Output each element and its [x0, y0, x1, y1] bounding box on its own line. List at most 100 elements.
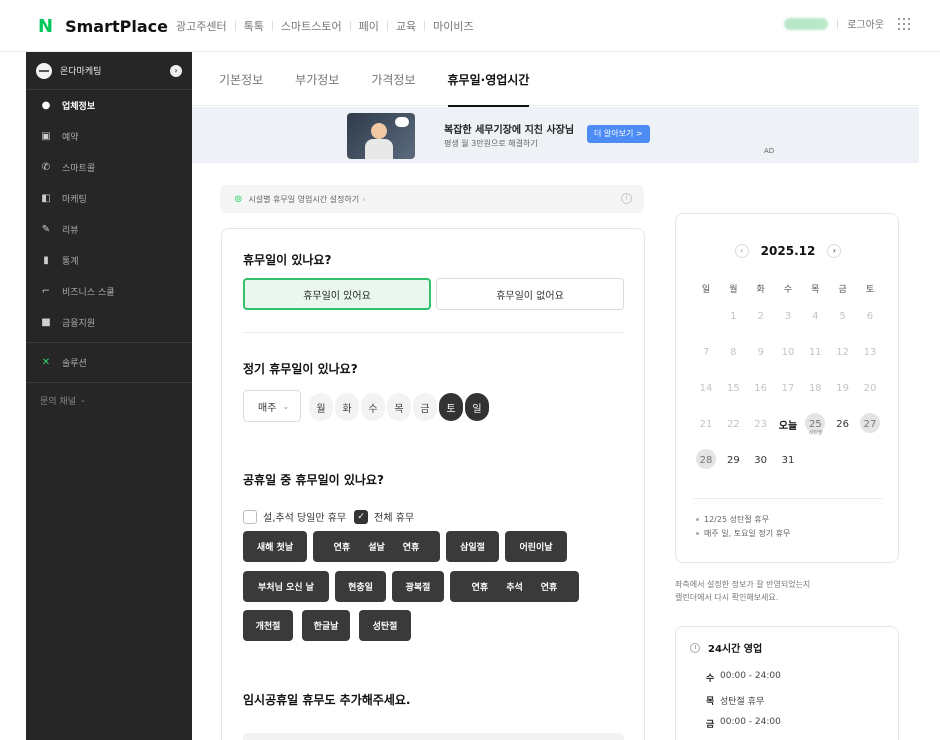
sidebar-contact-channel[interactable]: 문의 채널 ⌄: [26, 387, 192, 413]
sidebar-item-stats[interactable]: ▮ 통계: [26, 245, 192, 276]
day-toggle-wed[interactable]: 수: [361, 393, 385, 421]
next-month-button[interactable]: ›: [827, 244, 842, 258]
sidebar-item-reservation[interactable]: ▣ 예약: [26, 121, 192, 152]
all-holidays-checkbox[interactable]: ✓: [354, 509, 369, 524]
regular-holiday-question: 정기 휴무일이 있나요?: [243, 362, 358, 376]
chevron-down-icon: ⌄: [282, 401, 290, 411]
day-toggle-mon[interactable]: 월: [309, 393, 333, 421]
tab-additional-info[interactable]: 부가정보: [295, 52, 339, 106]
holiday-question: 휴무일이 있나요?: [243, 253, 332, 267]
tab-holiday-hours[interactable]: 휴무일·영업시간: [447, 52, 529, 107]
sidebar-item-business-school[interactable]: ⌐ 비즈니스 스쿨: [26, 276, 192, 307]
day-toggle-tue[interactable]: 화: [335, 393, 359, 421]
no-holiday-button[interactable]: 휴무일이 없어요: [436, 278, 624, 310]
tab-price-info[interactable]: 가격정보: [371, 52, 415, 106]
day-toggle-sun[interactable]: 일: [465, 393, 489, 421]
facility-hours-link[interactable]: ⊚ 시설별 휴무일 영업시간 설정하기 › i: [220, 185, 644, 213]
calendar-day: 11: [808, 346, 822, 358]
calendar-week: 28 29 30 31: [694, 442, 882, 478]
holiday-chip-new-year[interactable]: 새해 첫날: [243, 531, 307, 562]
ad-subtitle: 평생 월 3만원으로 해결하기: [444, 139, 538, 148]
day-toggle-fri[interactable]: 금: [413, 393, 437, 421]
frequency-select[interactable]: 매주 ⌄: [243, 390, 301, 422]
contact-channel-label: 문의 채널: [40, 396, 76, 407]
nav-pay[interactable]: 페이: [359, 18, 379, 34]
day-toggle-sat[interactable]: 토: [439, 393, 463, 421]
nav-talktalk[interactable]: 톡톡: [244, 18, 264, 34]
info-circle-icon[interactable]: i: [621, 193, 632, 204]
calendar-day: 18: [808, 382, 822, 394]
has-holiday-button[interactable]: 휴무일이 있어요: [243, 278, 431, 310]
sidebar-item-finance[interactable]: ■ 금융지원: [26, 307, 192, 338]
sidebar-item-label: 비즈니스 스쿨: [62, 288, 115, 298]
seollal-chuseok-checkbox[interactable]: [243, 509, 257, 524]
smartplace-logo[interactable]: N SmartPlace: [38, 15, 168, 37]
sidebar-divider: [26, 382, 192, 383]
holiday-chip-samiljeol[interactable]: 삼일절: [446, 531, 499, 562]
weekday-row: 일 월 화 수 목 금 토: [694, 278, 882, 298]
app-grid-icon[interactable]: [898, 17, 910, 30]
store-selector[interactable]: 온다마케팅 ›: [26, 52, 192, 90]
all-holidays-label[interactable]: 전체 휴무: [374, 509, 414, 524]
hours-day: 수: [706, 674, 715, 684]
nav-education[interactable]: 교육: [396, 18, 416, 34]
prev-month-button[interactable]: ‹: [734, 244, 749, 258]
calendar-holiday-day: 27: [858, 412, 882, 433]
hours-value: 00:00 - 24:00: [720, 717, 781, 727]
hours-day: 목: [706, 697, 715, 707]
calendar-day: 17: [781, 382, 795, 394]
holiday-chip-seollal[interactable]: 연휴 설날 연휴: [313, 531, 440, 562]
sidebar-item-solution[interactable]: ✕ 솔루션: [26, 347, 192, 378]
logout-link[interactable]: 로그아웃: [847, 16, 884, 31]
calendar-day: 26: [836, 418, 849, 430]
nav-ad-center[interactable]: 광고주센터: [176, 18, 227, 34]
nav-divider: [386, 21, 388, 31]
holiday-chip-gaecheonjeol[interactable]: 개천절: [243, 610, 293, 641]
weekday-sat: 토: [865, 284, 875, 295]
sidebar-item-review[interactable]: ✎ 리뷰: [26, 214, 192, 245]
sidebar-item-label: 업체정보: [62, 102, 96, 112]
account-name-blurred[interactable]: [784, 17, 829, 30]
sidebar-item-label: 예약: [62, 133, 79, 143]
info-icon: ●: [41, 100, 51, 111]
calendar-header: ‹ 2025.12 ›: [676, 244, 900, 258]
ad-banner[interactable]: 복잡한 세무기장에 지친 사장님 평생 월 3만원으로 해결하기 더 알아보기 …: [192, 107, 919, 163]
holiday-chip-buddha[interactable]: 부처님 오신 날: [243, 571, 329, 602]
pen-icon: ✎: [41, 224, 51, 235]
temporary-holiday-input[interactable]: [243, 733, 624, 740]
facility-hours-text: 시설별 휴무일 영업시간 설정하기: [248, 194, 360, 204]
top-header: N SmartPlace 광고주센터 톡톡 스마트스토어 페이 교육 마이비즈 …: [0, 0, 940, 52]
finance-icon: ■: [41, 317, 51, 328]
holiday-chip-memorial[interactable]: 현충일: [335, 571, 386, 602]
nav-divider: [234, 21, 236, 31]
chip-text: 연휴: [471, 583, 489, 593]
calendar-day: 15: [726, 382, 740, 394]
holiday-chip-christmas[interactable]: 성탄절: [359, 610, 411, 641]
seollal-chuseok-label[interactable]: 설,추석 당일만 휴무: [263, 509, 346, 524]
holiday-chip-childrens-day[interactable]: 어린이날: [505, 531, 567, 562]
chip-text: 연휴: [333, 543, 351, 553]
ad-learn-more-button[interactable]: 더 알아보기 >: [587, 125, 650, 143]
holiday-chip-hangeul[interactable]: 한글날: [302, 610, 350, 641]
tab-basic-info[interactable]: 기본정보: [219, 52, 263, 106]
sidebar-item-business-info[interactable]: ● 업체정보: [26, 90, 192, 121]
calendar-day: 22: [726, 418, 740, 430]
holiday-calendar: ‹ 2025.12 › 일 월 화 수 목 금 토 123456 7 8 9 10 11…: [675, 213, 899, 563]
calendar-note: 매주 일, 토요일 정기 휴무: [696, 528, 790, 539]
nav-smartstore[interactable]: 스마트스토어: [281, 18, 342, 34]
calendar-week: 1 2 3 4 5 6: [694, 298, 882, 334]
day-toggle-thu[interactable]: 목: [387, 393, 411, 421]
sidebar-item-marketing[interactable]: ◧ 마케팅: [26, 183, 192, 214]
holiday-chip-liberation[interactable]: 광복절: [392, 571, 444, 602]
hours-value: 성탄절 휴무: [720, 697, 765, 707]
calendar-day: 23: [754, 418, 768, 430]
holiday-chip-chuseok[interactable]: 연휴 추석 연휴: [450, 571, 579, 602]
calendar-day: 7: [702, 346, 710, 358]
calendar-month: 2025.12: [760, 244, 816, 258]
nav-mybiz[interactable]: 마이비즈: [433, 18, 473, 34]
sidebar-item-smartcall[interactable]: ✆ 스마트콜: [26, 152, 192, 183]
store-arrow-icon[interactable]: ›: [170, 64, 182, 77]
sidebar-item-label: 솔루션: [62, 359, 87, 369]
calendar-day: 4: [812, 310, 819, 322]
bar-chart-icon: ▮: [43, 255, 49, 266]
